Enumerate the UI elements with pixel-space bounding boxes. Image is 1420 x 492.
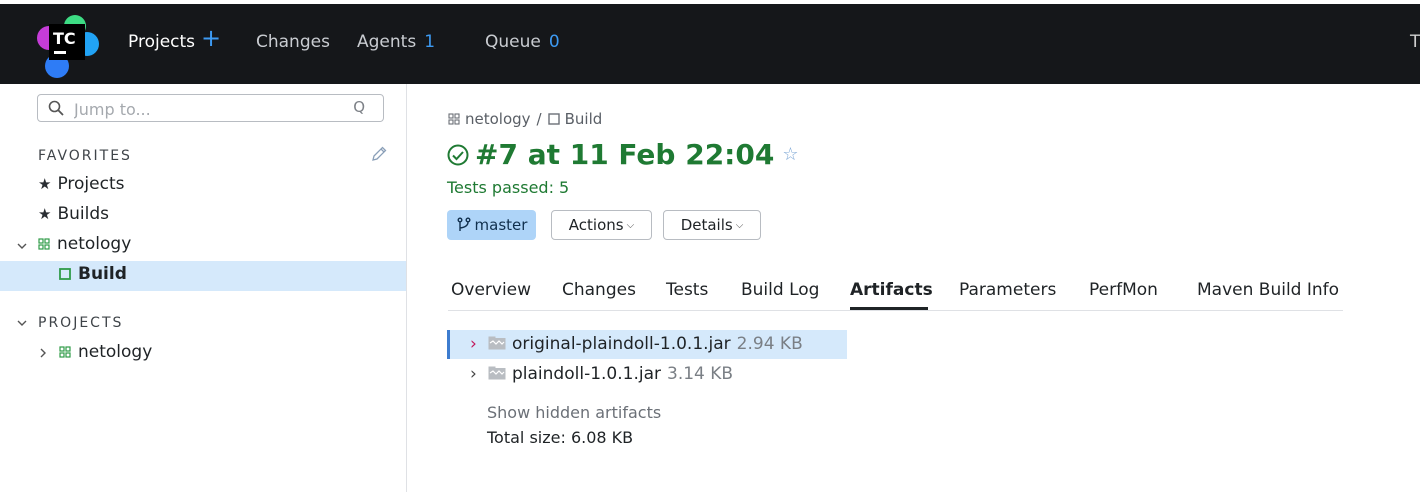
archive-file-icon xyxy=(488,366,506,380)
nav-queue-label: Queue xyxy=(485,32,541,52)
sidebar: Q FAVORITES ★ Projects ★ Builds netology B… xyxy=(0,84,407,492)
build-title-row: #7 at 11 Feb 22:04 ☆ xyxy=(447,138,798,171)
star-icon: ★ xyxy=(38,175,52,193)
agents-count-badge: 1 xyxy=(424,32,436,52)
project-label: netology xyxy=(78,342,153,362)
nav-agents[interactable]: Agents 1 xyxy=(357,32,435,52)
artifact-size: 2.94 KB xyxy=(736,334,803,354)
artifact-row[interactable]: › plaindoll-1.0.1.jar 3.14 KB xyxy=(470,364,733,384)
favorite-star-icon[interactable]: ☆ xyxy=(782,144,798,165)
favorites-section-title: FAVORITES xyxy=(38,148,132,164)
top-navigation-bar: TC Projects + Changes Agents 1 Queue 0 T xyxy=(0,4,1420,84)
chevron-down-icon[interactable] xyxy=(16,317,28,329)
project-grid-icon xyxy=(38,238,50,250)
branch-badge[interactable]: master xyxy=(447,210,536,240)
favorite-projects[interactable]: ★ Projects xyxy=(38,174,124,194)
page-title: #7 at 11 Feb 22:04 xyxy=(475,138,775,171)
jump-to-search[interactable]: Q xyxy=(37,94,384,122)
branch-label: master xyxy=(474,216,528,234)
breadcrumb-project[interactable]: netology xyxy=(465,110,531,128)
build-tabs: Overview Changes Tests Build Log Artifac… xyxy=(448,268,1343,311)
breadcrumb-build[interactable]: Build xyxy=(565,110,603,128)
tab-maven-build-info[interactable]: Maven Build Info xyxy=(1197,280,1339,300)
tab-perfmon[interactable]: PerfMon xyxy=(1089,280,1158,300)
build-config-icon xyxy=(59,268,71,280)
nav-queue[interactable]: Queue 0 xyxy=(485,32,560,52)
favorite-projects-label: Projects xyxy=(57,174,125,194)
sidebar-item-netology[interactable]: netology xyxy=(59,342,152,362)
chevron-right-icon[interactable]: › xyxy=(470,334,482,354)
artifact-row[interactable]: › original-plaindoll-1.0.1.jar 2.94 KB xyxy=(470,334,803,354)
tab-artifacts[interactable]: Artifacts xyxy=(850,280,933,300)
star-icon: ★ xyxy=(38,205,52,223)
queue-count-badge: 0 xyxy=(548,32,560,52)
chevron-down-icon: ⌵ xyxy=(626,219,635,231)
teamcity-logo[interactable]: TC xyxy=(37,14,101,78)
favorite-builds[interactable]: ★ Builds xyxy=(38,204,109,224)
project-label: netology xyxy=(57,234,132,254)
tab-build-log[interactable]: Build Log xyxy=(741,280,819,300)
branch-icon xyxy=(457,217,471,231)
search-input[interactable] xyxy=(72,97,346,121)
tab-changes[interactable]: Changes xyxy=(562,280,636,300)
project-grid-icon xyxy=(448,113,460,125)
artifact-size: 3.14 KB xyxy=(667,364,734,384)
actions-label: Actions xyxy=(568,216,624,234)
tests-status[interactable]: Tests passed: 5 xyxy=(447,178,569,197)
actions-button[interactable]: Actions ⌵ xyxy=(551,210,652,240)
sidebar-item-build[interactable]: Build xyxy=(59,264,127,284)
tab-tests[interactable]: Tests xyxy=(666,280,708,300)
chevron-down-icon[interactable] xyxy=(16,240,28,252)
projects-section-title: PROJECTS xyxy=(38,315,124,331)
build-label: Build xyxy=(78,264,127,284)
tab-parameters[interactable]: Parameters xyxy=(959,280,1056,300)
show-hidden-artifacts-link[interactable]: Show hidden artifacts xyxy=(487,403,661,422)
search-shortcut-hint: Q xyxy=(353,98,365,116)
artifact-name[interactable]: original-plaindoll-1.0.1.jar xyxy=(512,334,731,354)
details-label: Details xyxy=(680,216,733,234)
nav-projects[interactable]: Projects xyxy=(128,32,195,52)
sidebar-item-netology-favorite[interactable]: netology xyxy=(38,234,131,254)
archive-file-icon xyxy=(488,336,506,350)
nav-agents-label: Agents xyxy=(357,32,417,52)
logo-text: TC xyxy=(53,29,76,48)
total-size: Total size: 6.08 KB xyxy=(487,428,634,447)
details-button[interactable]: Details ⌵ xyxy=(663,210,761,240)
add-project-plus-icon[interactable]: + xyxy=(201,26,221,50)
nav-changes[interactable]: Changes xyxy=(256,32,330,52)
breadcrumb-separator: / xyxy=(536,110,542,128)
user-menu[interactable]: T xyxy=(1410,32,1420,52)
success-check-icon xyxy=(447,144,469,165)
artifact-name[interactable]: plaindoll-1.0.1.jar xyxy=(512,364,661,384)
edit-favorites-pencil-icon[interactable] xyxy=(371,146,387,162)
chevron-right-icon[interactable] xyxy=(37,347,49,359)
tab-overview[interactable]: Overview xyxy=(451,280,531,300)
search-icon xyxy=(48,100,64,116)
breadcrumb: netology / Build xyxy=(448,110,602,128)
active-tab-indicator xyxy=(850,307,928,310)
chevron-down-icon: ⌵ xyxy=(735,219,744,231)
project-grid-icon xyxy=(59,346,71,358)
build-config-icon xyxy=(547,113,560,125)
favorite-builds-label: Builds xyxy=(57,204,109,224)
chevron-right-icon[interactable]: › xyxy=(470,364,482,384)
